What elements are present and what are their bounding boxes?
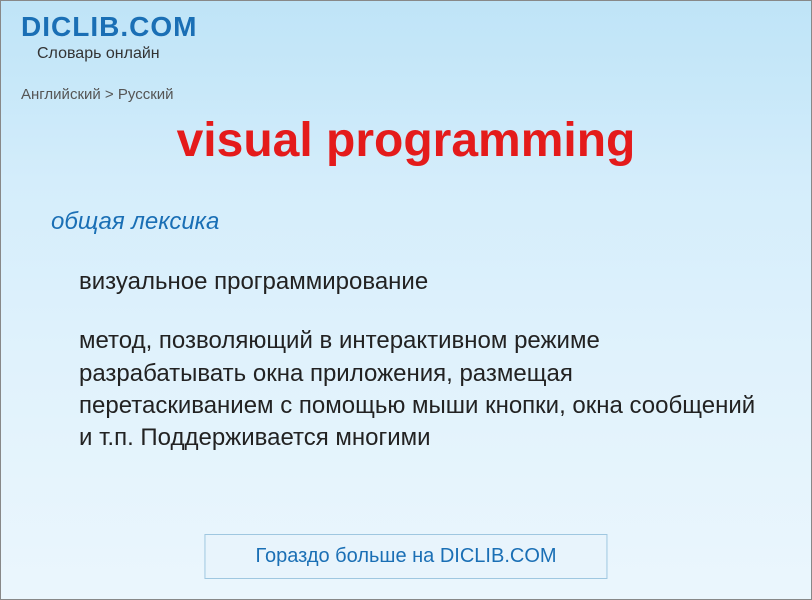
site-title[interactable]: DICLIB.COM	[21, 11, 791, 43]
category-label: общая лексика	[51, 208, 771, 236]
footer-link[interactable]: Гораздо больше на DICLIB.COM	[204, 534, 607, 579]
page-title: visual programming	[1, 113, 811, 168]
description-text: метод, позволяющий в интерактивном режим…	[79, 325, 771, 455]
site-subtitle: Словарь онлайн	[37, 45, 791, 63]
definition-text: визуальное программирование	[79, 266, 771, 297]
breadcrumb: Английский > Русский	[9, 86, 811, 103]
content-area: общая лексика визуальное программировани…	[1, 208, 811, 455]
header: DICLIB.COM Словарь онлайн	[1, 1, 811, 68]
